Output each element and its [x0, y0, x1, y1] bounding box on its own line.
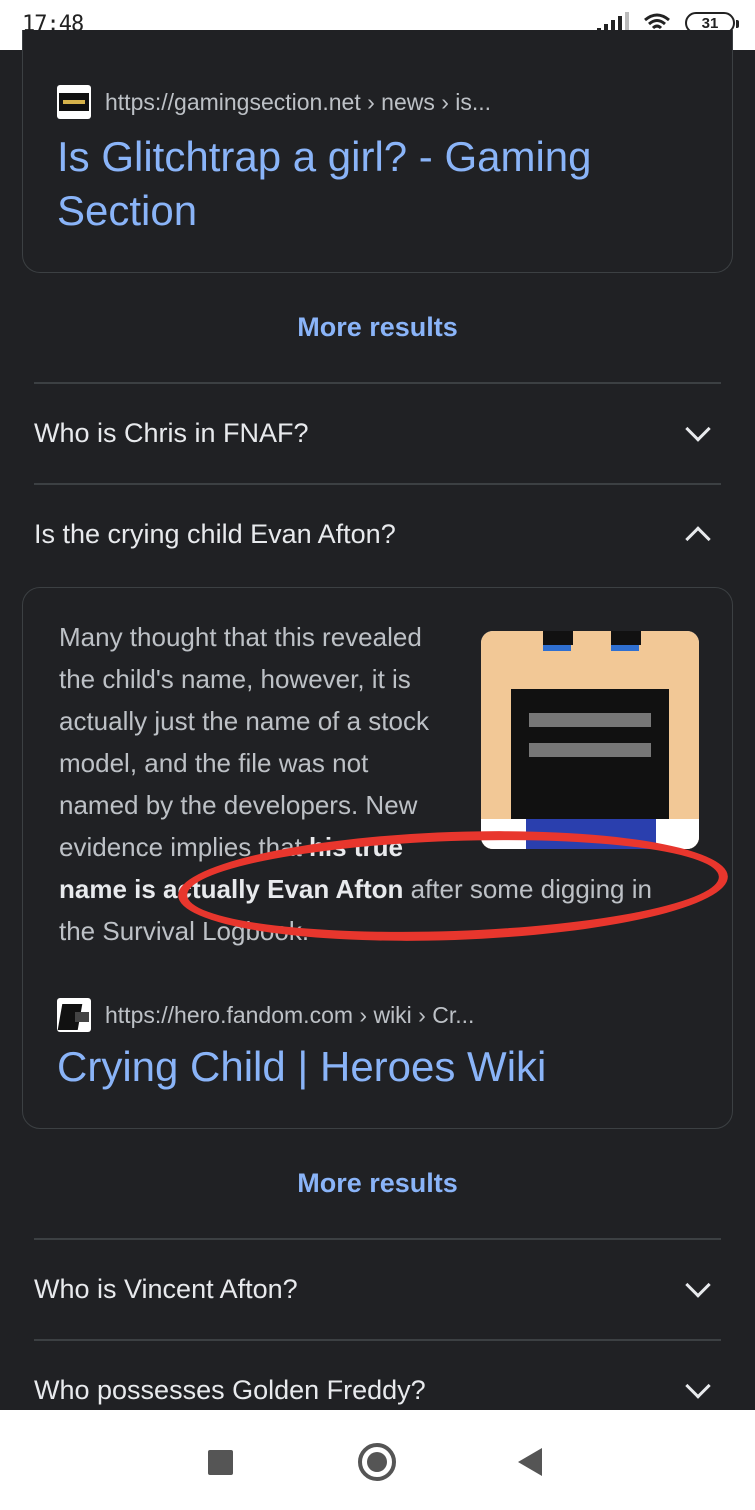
answer-text-before: Many thought that this revealed the chil…: [59, 622, 429, 862]
home-circle-icon[interactable]: [358, 1443, 396, 1481]
divider: [34, 1339, 721, 1341]
more-results-button[interactable]: More results: [0, 1168, 755, 1199]
result-title-link[interactable]: Is Glitchtrap a girl? - Gaming Section: [57, 130, 592, 238]
chevron-down-icon[interactable]: [685, 1373, 711, 1399]
fandom-favicon-icon: [57, 998, 91, 1032]
chevron-up-icon[interactable]: [685, 526, 711, 552]
question-golden-freddy[interactable]: Who possesses Golden Freddy?: [34, 1375, 426, 1406]
back-triangle-icon[interactable]: [518, 1448, 542, 1476]
chevron-down-icon[interactable]: [685, 1272, 711, 1298]
result-title-line2: Section: [57, 187, 198, 234]
recents-square-icon[interactable]: [208, 1450, 233, 1475]
result-title-line1: Is Glitchtrap a girl? - Gaming: [57, 133, 592, 180]
answer-source[interactable]: https://hero.fandom.com › wiki › Cr...: [57, 998, 474, 1032]
divider: [34, 382, 721, 384]
answer-source-title-link[interactable]: Crying Child | Heroes Wiki: [57, 1040, 546, 1094]
navigation-bar: [0, 1410, 755, 1510]
divider: [34, 483, 721, 485]
gamingsection-favicon-icon: [57, 85, 91, 119]
answer-card: Many thought that this revealed the chil…: [22, 587, 733, 1129]
chevron-down-icon[interactable]: [685, 416, 711, 442]
result-card-gamingsection: https://gamingsection.net › news › is...…: [22, 30, 733, 273]
divider: [34, 1238, 721, 1240]
result-source[interactable]: https://gamingsection.net › news › is...: [57, 85, 491, 119]
question-vincent[interactable]: Who is Vincent Afton?: [34, 1274, 298, 1305]
more-results-button[interactable]: More results: [0, 312, 755, 343]
answer-source-url: https://hero.fandom.com › wiki › Cr...: [105, 1001, 475, 1028]
crying-child-thumbnail[interactable]: [481, 631, 699, 849]
question-chris[interactable]: Who is Chris in FNAF?: [34, 418, 309, 449]
result-url: https://gamingsection.net › news › is...: [105, 88, 492, 115]
question-crying-child[interactable]: Is the crying child Evan Afton?: [34, 519, 396, 550]
